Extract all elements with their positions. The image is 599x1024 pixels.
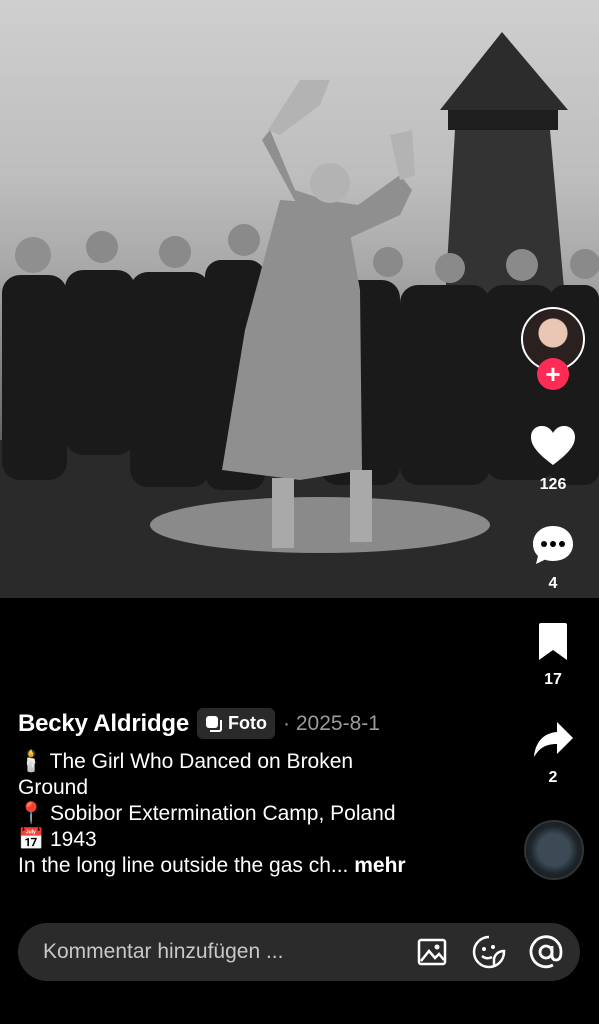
image-icon[interactable]	[414, 934, 450, 970]
calendar-emoji-icon: 📅	[18, 828, 45, 851]
photo-stack-icon	[206, 715, 223, 732]
photo-badge-label: Foto	[228, 713, 268, 733]
post-photo[interactable]	[0, 0, 599, 598]
sound-disc[interactable]	[524, 820, 584, 880]
sticker-icon[interactable]	[471, 934, 507, 970]
username[interactable]: Becky Aldridge	[18, 710, 189, 738]
heart-icon	[531, 426, 575, 465]
photo-illustration	[0, 32, 599, 598]
plus-icon: +	[545, 359, 561, 389]
comment-input-bar[interactable]: Kommentar hinzufügen ...	[18, 923, 580, 981]
save-count: 17	[544, 671, 562, 688]
mention-icon[interactable]	[528, 934, 564, 970]
caption-line-title: 🕯️ The Girl Who Danced on Broken	[18, 750, 354, 773]
share-arrow-icon	[534, 722, 573, 757]
caption-line-title-cont: Ground	[18, 776, 89, 799]
like-count: 126	[539, 476, 567, 493]
comment-count: 4	[548, 575, 558, 592]
comment-input[interactable]: Kommentar hinzufügen ...	[43, 940, 393, 964]
candle-emoji-icon: 🕯️	[18, 750, 45, 773]
share-action[interactable]: 2	[513, 720, 593, 787]
caption-text[interactable]: 🕯️ The Girl Who Danced on Broken Ground …	[18, 749, 498, 879]
follow-button[interactable]: +	[537, 358, 569, 390]
comment-action[interactable]: 4	[513, 524, 593, 593]
pin-emoji-icon: 📍	[18, 802, 45, 825]
more-link[interactable]: mehr	[354, 854, 405, 877]
caption-line-story: In the long line outside the gas ch... m…	[18, 854, 406, 877]
post-caption: Becky Aldridge Foto · 2025-8-1 🕯️ The Gi…	[18, 708, 498, 879]
like-action[interactable]: 126	[513, 425, 593, 494]
photo-badge: Foto	[197, 708, 276, 739]
bookmark-icon	[539, 623, 567, 660]
comment-bubble-icon	[533, 526, 573, 564]
share-count: 2	[548, 769, 558, 786]
caption-line-year: 📅 1943	[18, 828, 97, 851]
save-action[interactable]: 17	[513, 622, 593, 689]
post-date: · 2025-8-1	[283, 711, 380, 735]
caption-line-location: 📍 Sobibor Extermination Camp, Poland	[18, 802, 396, 825]
